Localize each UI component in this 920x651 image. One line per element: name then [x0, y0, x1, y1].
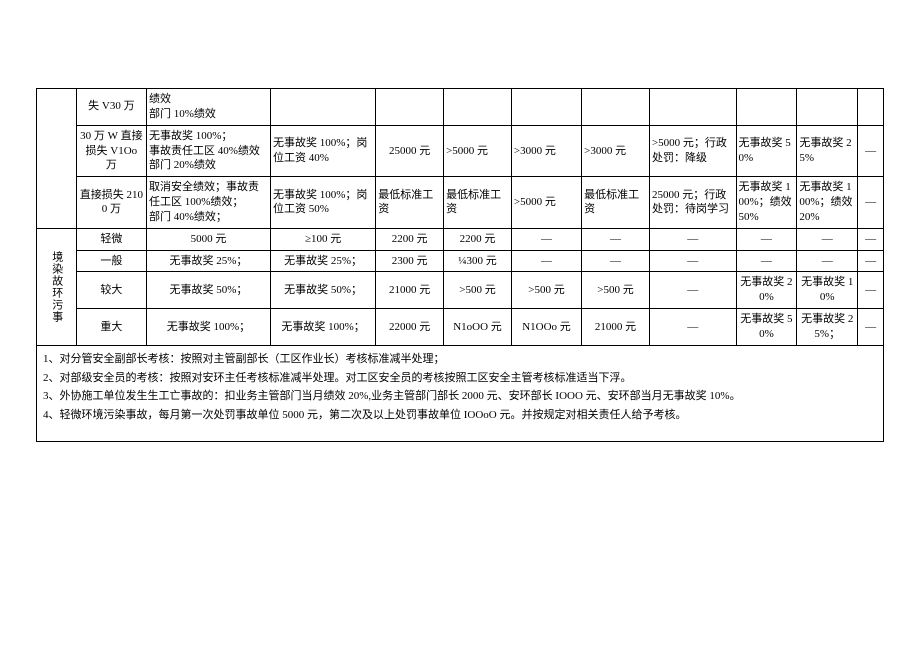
cell: — — [797, 250, 858, 272]
cell: ¼300 元 — [444, 250, 512, 272]
cell — [582, 89, 650, 126]
table-row: 直接损失 2100 万 取消安全绩效；事故责任工区 100%绩效； 部门 40%… — [37, 177, 884, 229]
table-row: 失 V30 万 绩效 部门 10%绩效 — [37, 89, 884, 126]
level-cell: 轻微 — [76, 228, 146, 250]
cell: >5000 元；行政处罚：降级 — [649, 125, 736, 177]
cell — [649, 89, 736, 126]
cell: — — [582, 250, 650, 272]
cell: 取消安全绩效；事故责任工区 100%绩效； 部门 40%绩效； — [146, 177, 270, 229]
cell: 21000 元 — [582, 309, 650, 346]
cell: 2200 元 — [444, 228, 512, 250]
cell: 无事故奖 100%； — [270, 309, 375, 346]
cell — [376, 89, 444, 126]
cell: — — [858, 228, 884, 250]
cell: 最低标准工资 — [582, 177, 650, 229]
cell: 无事故奖 25%； — [797, 309, 858, 346]
cell: — — [582, 228, 650, 250]
cell: 无事故奖 10% — [797, 272, 858, 309]
cell: — — [797, 228, 858, 250]
cell: — — [858, 272, 884, 309]
loss-cell: 30 万 W 直接损失 V1Oo 万 — [76, 125, 146, 177]
cell: — — [858, 309, 884, 346]
cell: 无事故奖 50%； — [270, 272, 375, 309]
cell: >500 元 — [582, 272, 650, 309]
cell: 无事故奖 100%；岗位工资 40% — [270, 125, 375, 177]
cell — [797, 89, 858, 126]
loss-cell: 直接损失 2100 万 — [76, 177, 146, 229]
cell: 无事故奖 50%； — [146, 272, 270, 309]
cell: 无事故奖 100%；绩效 20% — [797, 177, 858, 229]
cell: >500 元 — [444, 272, 512, 309]
cell: — — [649, 309, 736, 346]
cell: — — [858, 250, 884, 272]
loss-cell: 失 V30 万 — [76, 89, 146, 126]
cell: 最低标准工资 — [444, 177, 512, 229]
cell: 2200 元 — [376, 228, 444, 250]
cell: 25000 元；行政处罚：待岗学习 — [649, 177, 736, 229]
cell: 最低标准工资 — [376, 177, 444, 229]
table-row: 重大 无事故奖 100%； 无事故奖 100%； 22000 元 N1oOO 元… — [37, 309, 884, 346]
cell — [444, 89, 512, 126]
table-row: 一般 无事故奖 25%； 无事故奖 25%； 2300 元 ¼300 元 — —… — [37, 250, 884, 272]
cell: 无事故奖 20% — [736, 272, 797, 309]
cell: >500 元 — [511, 272, 581, 309]
cell: — — [649, 228, 736, 250]
cell: 无事故奖 100%；绩效 50% — [736, 177, 797, 229]
compensation-table: 失 V30 万 绩效 部门 10%绩效 30 万 W 直接损失 V1Oo 万 无… — [36, 88, 884, 346]
cell: — — [736, 250, 797, 272]
table-row: 较大 无事故奖 50%； 无事故奖 50%； 21000 元 >500 元 >5… — [37, 272, 884, 309]
cell: 绩效 部门 10%绩效 — [146, 89, 270, 126]
cell: — — [511, 250, 581, 272]
cell: 无事故奖 100%；岗位工资 50% — [270, 177, 375, 229]
cell: 25000 元 — [376, 125, 444, 177]
cell: — — [858, 177, 884, 229]
env-label: 境染故环污事 — [49, 251, 64, 323]
level-cell: 重大 — [76, 309, 146, 346]
cell: — — [511, 228, 581, 250]
cell: >3000 元 — [582, 125, 650, 177]
note-line: 3、外协施工单位发生生工亡事故的：扣业务主管部门当月绩效 20%,业务主管部门部… — [43, 387, 877, 406]
cell: >5000 元 — [511, 177, 581, 229]
cell: — — [649, 272, 736, 309]
table-row: 境染故环污事 轻微 5000 元 ≥100 元 2200 元 2200 元 — … — [37, 228, 884, 250]
cell: 21000 元 — [376, 272, 444, 309]
note-line: 2、对部级安全员的考核：按照对安环主任考核标准减半处理。对工区安全员的考核按照工… — [43, 369, 877, 388]
level-cell: 一般 — [76, 250, 146, 272]
cell: 22000 元 — [376, 309, 444, 346]
cell: 无事故奖 25%； — [146, 250, 270, 272]
cell: — — [649, 250, 736, 272]
table-row: 30 万 W 直接损失 V1Oo 万 无事故奖 100%； 事故责任工区 40%… — [37, 125, 884, 177]
cell: 无事故奖 100%； 事故责任工区 40%绩效 部门 20%绩效 — [146, 125, 270, 177]
cell: >5000 元 — [444, 125, 512, 177]
cell — [511, 89, 581, 126]
cell: 2300 元 — [376, 250, 444, 272]
cell: ≥100 元 — [270, 228, 375, 250]
cell: N1OOo 元 — [511, 309, 581, 346]
cell: — — [736, 228, 797, 250]
cell: >3000 元 — [511, 125, 581, 177]
level-cell: 较大 — [76, 272, 146, 309]
category-prev — [37, 89, 77, 229]
cell: 5000 元 — [146, 228, 270, 250]
cell: — — [858, 125, 884, 177]
cell — [858, 89, 884, 126]
cell: 无事故奖 100%； — [146, 309, 270, 346]
cell — [270, 89, 375, 126]
cell: 无事故奖 50% — [736, 125, 797, 177]
note-line: 4、轻微环境污染事故，每月第一次处罚事故单位 5000 元，第二次及以上处罚事故… — [43, 406, 877, 425]
cell: 无事故奖 50% — [736, 309, 797, 346]
cell: N1oOO 元 — [444, 309, 512, 346]
notes-block: 1、对分管安全副部长考核：按照对主管副部长（工区作业长）考核标准减半处理； 2、… — [36, 346, 884, 442]
note-line: 1、对分管安全副部长考核：按照对主管副部长（工区作业长）考核标准减半处理； — [43, 350, 877, 369]
cell: 无事故奖 25%； — [270, 250, 375, 272]
cell: 无事故奖 25% — [797, 125, 858, 177]
cell — [736, 89, 797, 126]
category-env: 境染故环污事 — [37, 228, 77, 345]
